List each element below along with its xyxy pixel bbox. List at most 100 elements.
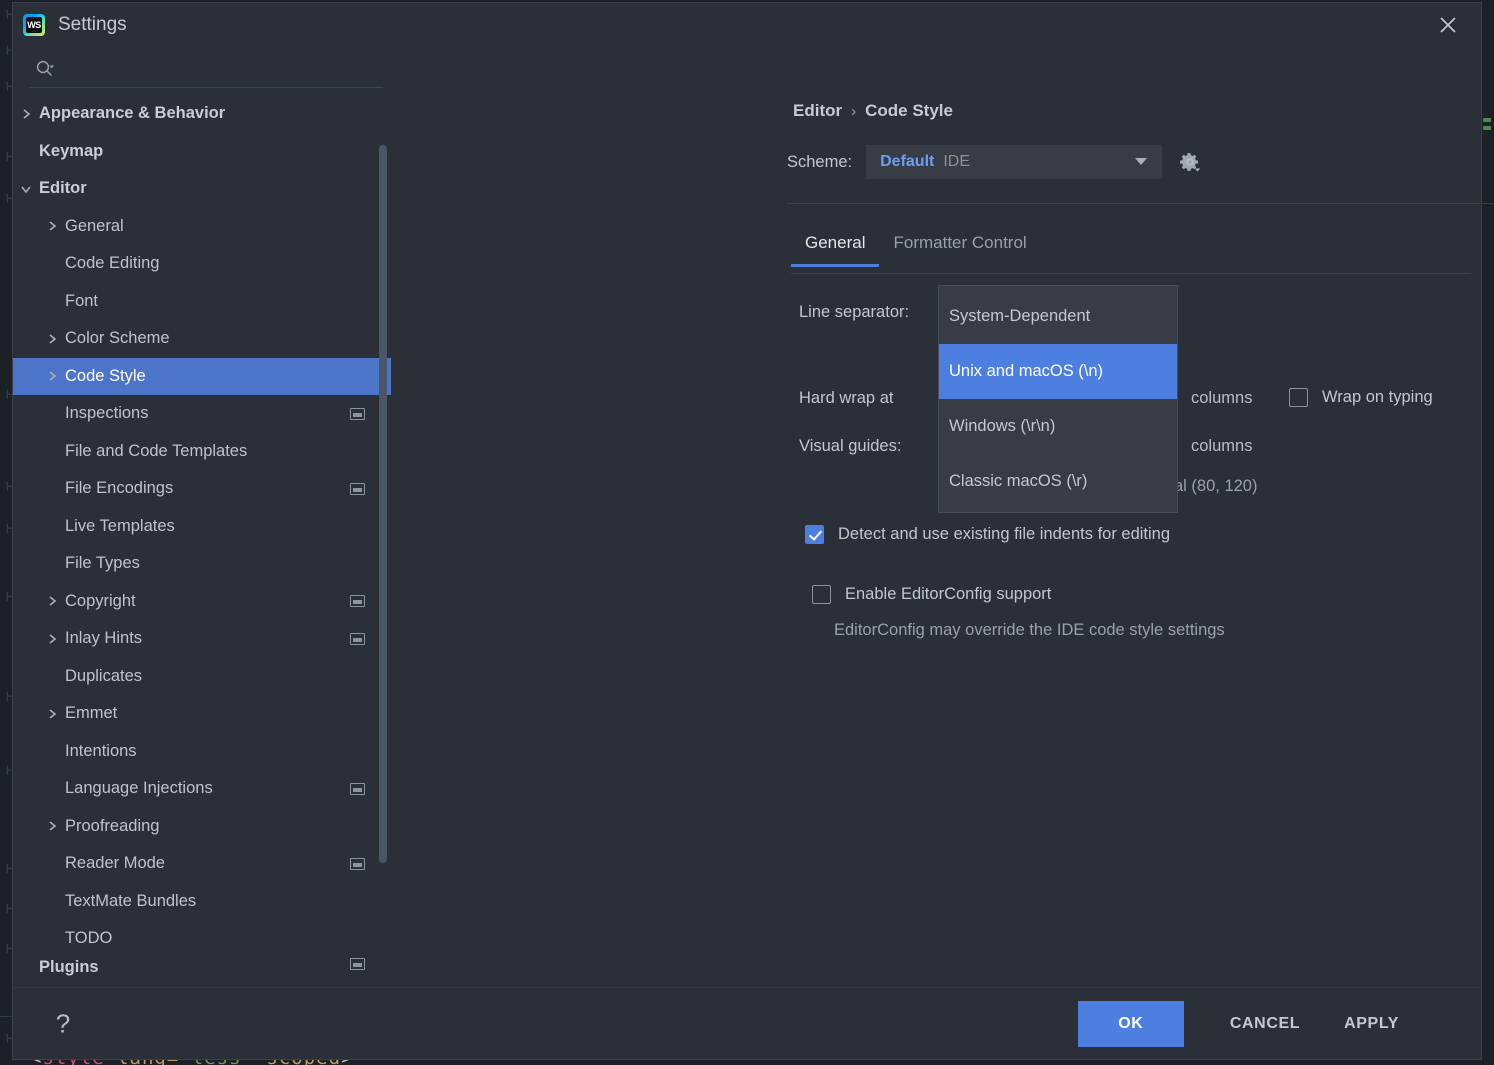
sidebar-item-code-editing[interactable]: Code Editing <box>13 245 391 283</box>
breadcrumb-separator-icon: › <box>851 102 857 120</box>
footer-buttons: OK CANCEL APPLY <box>1077 1000 1421 1047</box>
visual-guides-hint: al (80, 120) <box>1174 477 1258 495</box>
project-scope-icon <box>350 482 365 495</box>
scheme-label: Scheme: <box>787 152 853 171</box>
dropdown-option[interactable]: System-Dependent <box>939 289 1177 344</box>
chevron-right-icon[interactable] <box>39 333 65 345</box>
scheme-select[interactable]: Default IDE <box>866 145 1163 179</box>
gear-icon <box>1180 153 1201 172</box>
sidebar-scrollbar-thumb[interactable] <box>379 145 387 863</box>
sidebar-item-label: Proofreading <box>65 816 160 835</box>
settings-dialog: WS Settings Appearance & Behavior Keymap… <box>12 2 1494 1060</box>
ok-button[interactable]: OK <box>1077 1000 1184 1047</box>
sidebar-item-label: Language Injections <box>65 779 213 798</box>
sidebar-item-code-style[interactable]: Code Style <box>13 357 391 395</box>
search-input[interactable] <box>63 60 379 78</box>
project-scope-icon <box>350 595 365 608</box>
sidebar-item-keymap[interactable]: Keymap <box>13 133 391 171</box>
sidebar-item-label: TextMate Bundles <box>65 891 197 910</box>
chevron-right-icon[interactable] <box>39 708 65 720</box>
sidebar-item-inlay-hints[interactable]: Inlay Hints <box>13 620 391 658</box>
sidebar-item-plugins[interactable]: Plugins <box>13 957 391 984</box>
chevron-right-icon[interactable] <box>39 220 65 232</box>
chevron-down-icon <box>1134 153 1148 171</box>
scheme-settings-button[interactable] <box>1176 148 1204 176</box>
close-icon[interactable] <box>1433 10 1463 40</box>
chevron-down-icon[interactable] <box>13 183 39 195</box>
line-separator-dropdown[interactable]: System-Dependent Unix and macOS (\n) Windo… <box>938 285 1178 513</box>
sidebar-item-color-scheme[interactable]: Color Scheme <box>13 320 391 358</box>
scheme-value-primary: Default <box>880 153 935 170</box>
tabs-underline <box>791 273 1471 274</box>
editorconfig-hint: EditorConfig may override the IDE code s… <box>834 621 1225 639</box>
chevron-right-icon[interactable] <box>39 633 65 645</box>
editorconfig-checkbox[interactable] <box>812 585 831 604</box>
sidebar-item-todo[interactable]: TODO <box>13 920 391 958</box>
detect-indents-label: Detect and use existing file indents for… <box>838 525 1171 543</box>
tab-formatter-control[interactable]: Formatter Control <box>879 227 1040 267</box>
chevron-right-icon[interactable] <box>39 370 65 382</box>
sidebar-item-label: Duplicates <box>65 666 143 685</box>
sidebar-item-file-encodings[interactable]: File Encodings <box>13 470 391 508</box>
wrap-on-typing-label: Wrap on typing <box>1322 388 1433 406</box>
apply-button[interactable]: APPLY <box>1322 1005 1421 1043</box>
chevron-right-icon[interactable] <box>39 595 65 607</box>
sidebar-item-reader-mode[interactable]: Reader Mode <box>13 845 391 883</box>
breadcrumb-current: Code Style <box>865 101 953 120</box>
sidebar-item-label: File Encodings <box>65 479 174 498</box>
sidebar-item-copyright[interactable]: Copyright <box>13 583 391 621</box>
settings-tree: Appearance & Behavior Keymap Editor General… <box>13 91 391 987</box>
sidebar-item-live-templates[interactable]: Live Templates <box>13 508 391 546</box>
sidebar-item-font[interactable]: Font <box>13 283 391 321</box>
visual-guides-columns-unit: columns <box>1191 437 1253 455</box>
sidebar-item-editor[interactable]: Editor <box>13 170 391 208</box>
breadcrumb-parent[interactable]: Editor <box>793 101 842 121</box>
inspection-marker <box>1483 118 1491 122</box>
chevron-right-icon[interactable] <box>39 820 65 832</box>
sidebar-item-label: File and Code Templates <box>65 441 248 460</box>
header-divider <box>787 203 1494 204</box>
project-scope-icon <box>350 957 365 970</box>
detect-indents-checkbox[interactable] <box>805 525 824 544</box>
sidebar-item-file-types[interactable]: File Types <box>13 545 391 583</box>
editorconfig-label: Enable EditorConfig support <box>845 585 1052 603</box>
visual-guides-label: Visual guides: <box>799 437 902 455</box>
detect-indents-row[interactable]: Detect and use existing file indents for… <box>805 525 1170 544</box>
editorconfig-row[interactable]: Enable EditorConfig support <box>812 585 1051 604</box>
wrap-on-typing-row[interactable]: Wrap on typing <box>1289 388 1433 407</box>
tab-general[interactable]: General <box>791 227 880 267</box>
content-tabs: General Formatter Control <box>791 227 1041 267</box>
sidebar-item-label: Keymap <box>39 141 104 160</box>
sidebar-item-label: Code Editing <box>65 254 160 273</box>
dropdown-option[interactable]: Unix and macOS (\n) <box>939 344 1177 399</box>
sidebar-item-duplicates[interactable]: Duplicates <box>13 658 391 696</box>
chevron-right-icon[interactable] <box>13 108 39 120</box>
sidebar-item-language-injections[interactable]: Language Injections <box>13 770 391 808</box>
project-scope-icon <box>350 632 365 645</box>
sidebar-item-general[interactable]: General <box>13 208 391 246</box>
settings-sidebar: Appearance & Behavior Keymap Editor General… <box>13 47 391 987</box>
search-icon[interactable] <box>35 59 55 79</box>
dropdown-option[interactable]: Windows (\r\n) <box>939 399 1177 454</box>
sidebar-item-emmet[interactable]: Emmet <box>13 695 391 733</box>
sidebar-item-inspections[interactable]: Inspections <box>13 395 391 433</box>
search-underline <box>29 87 383 88</box>
sidebar-scrollbar[interactable] <box>379 145 387 863</box>
wrap-on-typing-checkbox[interactable] <box>1289 388 1308 407</box>
sidebar-item-textmate-bundles[interactable]: TextMate Bundles <box>13 883 391 921</box>
dropdown-option-label: System-Dependent <box>949 307 1091 325</box>
sidebar-item-file-and-code-templates[interactable]: File and Code Templates <box>13 433 391 471</box>
dialog-body: Appearance & Behavior Keymap Editor General… <box>13 47 1494 987</box>
dropdown-option[interactable]: Classic macOS (\r) <box>939 454 1177 509</box>
hard-wrap-columns-unit: columns <box>1191 389 1253 407</box>
sidebar-item-label: Reader Mode <box>65 854 165 873</box>
sidebar-item-label: Inspections <box>65 404 149 423</box>
sidebar-item-proofreading[interactable]: Proofreading <box>13 808 391 846</box>
sidebar-item-appearance-behavior[interactable]: Appearance & Behavior <box>13 95 391 133</box>
cancel-button[interactable]: CANCEL <box>1208 1005 1322 1043</box>
sidebar-item-intentions[interactable]: Intentions <box>13 733 391 771</box>
help-icon[interactable]: ? <box>49 1008 77 1039</box>
sidebar-item-label: Emmet <box>65 704 118 723</box>
inspection-marker <box>1483 126 1491 130</box>
line-separator-label: Line separator: <box>799 303 910 321</box>
